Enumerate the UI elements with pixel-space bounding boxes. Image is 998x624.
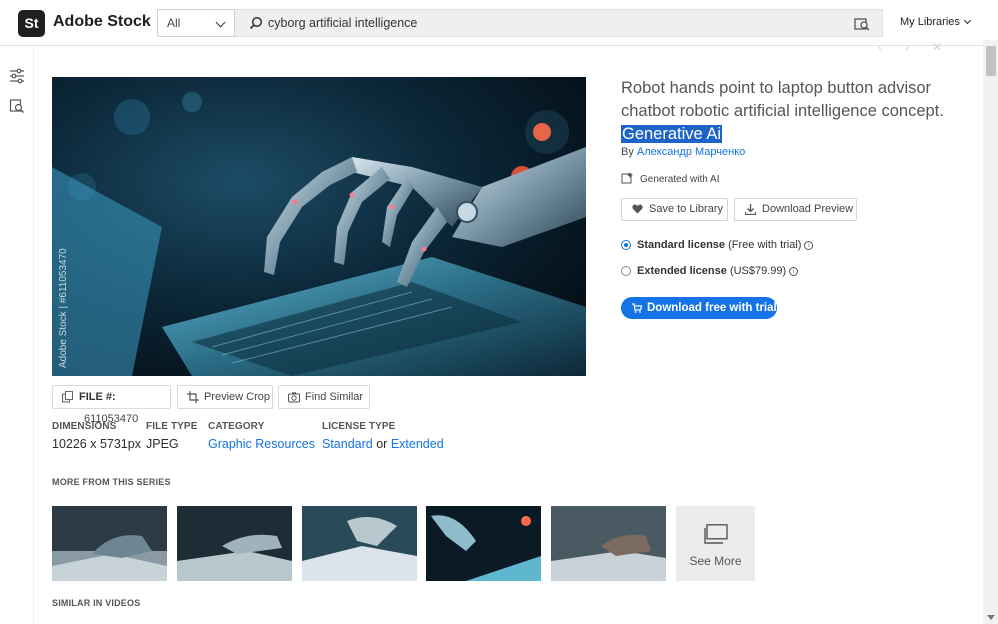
standard-license-label: Standard license bbox=[637, 239, 726, 251]
filters-icon[interactable] bbox=[9, 68, 25, 84]
dimensions-label: DIMENSIONS bbox=[52, 421, 117, 432]
series-thumbnail[interactable] bbox=[426, 506, 541, 581]
robot-hand-illustration bbox=[52, 77, 586, 376]
visual-search-icon[interactable] bbox=[854, 16, 870, 32]
previous-arrow-icon[interactable]: ‹ bbox=[878, 40, 882, 54]
dimensions-meta: DIMENSIONS 10226 x 5731px bbox=[52, 421, 141, 451]
extended-license-note: (US$79.99) bbox=[729, 265, 787, 277]
brand-name[interactable]: Adobe Stock bbox=[53, 13, 151, 31]
heart-icon bbox=[632, 204, 643, 214]
filetype-meta: FILE TYPE JPEG bbox=[146, 421, 197, 451]
standard-license-link[interactable]: Standard bbox=[322, 437, 373, 451]
similar-videos-title: SIMILAR IN VIDEOS bbox=[52, 598, 141, 608]
find-similar-button[interactable]: Find Similar bbox=[278, 385, 370, 409]
crop-icon bbox=[187, 391, 199, 403]
my-libraries-menu[interactable]: My Libraries bbox=[900, 16, 971, 28]
filter-selected-value: All bbox=[167, 16, 181, 30]
by-label: By bbox=[621, 146, 634, 158]
series-thumbnail[interactable] bbox=[551, 506, 666, 581]
series-thumbnail[interactable] bbox=[52, 506, 167, 581]
thumbnail-image bbox=[426, 506, 541, 581]
extended-license-label: Extended license bbox=[637, 265, 727, 277]
generated-ai-label: Generated with AI bbox=[640, 174, 720, 185]
license-or-text: or bbox=[376, 437, 388, 451]
image-search-icon[interactable] bbox=[9, 98, 25, 114]
find-similar-label: Find Similar bbox=[305, 391, 364, 403]
chevron-down-icon bbox=[963, 16, 971, 25]
scroll-down-arrow-icon[interactable] bbox=[987, 615, 995, 620]
scroll-thumb[interactable] bbox=[986, 46, 996, 76]
download-free-trial-button[interactable]: Download free with trial bbox=[621, 297, 777, 319]
adobe-stock-logo-icon[interactable]: St bbox=[18, 10, 45, 37]
chevron-down-icon bbox=[215, 17, 226, 28]
main-asset-image[interactable] bbox=[52, 77, 586, 376]
license-type-meta: LICENSE TYPE Standard or Extended bbox=[322, 421, 444, 451]
standard-license-note: (Free with trial) bbox=[728, 239, 802, 251]
asset-title-text: Robot hands point to laptop button advis… bbox=[621, 79, 944, 120]
asset-title-highlighted: Generative Ai bbox=[621, 125, 723, 143]
series-thumbnail[interactable] bbox=[302, 506, 417, 581]
next-arrow-icon[interactable]: › bbox=[905, 40, 909, 54]
see-more-label: See More bbox=[689, 554, 742, 568]
save-to-library-button[interactable]: Save to Library bbox=[621, 198, 728, 221]
file-number-button[interactable]: FILE #: 611053470 bbox=[52, 385, 171, 425]
preview-crop-label: Preview Crop bbox=[204, 391, 271, 403]
scrollbar[interactable] bbox=[983, 40, 998, 624]
search-field[interactable] bbox=[235, 9, 883, 37]
download-preview-button[interactable]: Download Preview bbox=[734, 198, 857, 221]
info-icon[interactable]: i bbox=[804, 241, 814, 250]
author-link[interactable]: Александр Марченко bbox=[637, 146, 745, 158]
info-icon[interactable]: i bbox=[789, 267, 799, 276]
thumbnail-image bbox=[551, 506, 666, 581]
asset-type-filter[interactable]: All bbox=[157, 9, 235, 37]
thumbnail-image bbox=[177, 506, 292, 581]
extended-license-radio[interactable] bbox=[621, 266, 631, 276]
gallery-icon bbox=[704, 524, 728, 544]
page: St Adobe Stock All My Librar bbox=[0, 0, 998, 624]
series-section-title: MORE FROM THIS SERIES bbox=[52, 477, 171, 487]
left-rail bbox=[0, 46, 34, 624]
asset-title: Robot hands point to laptop button advis… bbox=[621, 77, 951, 146]
image-watermark: Adobe Stock | #611053470 bbox=[58, 248, 69, 368]
category-meta: CATEGORY Graphic Resources bbox=[208, 421, 315, 451]
extended-license-link[interactable]: Extended bbox=[391, 437, 444, 451]
download-preview-label: Download Preview bbox=[762, 203, 854, 215]
search-icon bbox=[249, 16, 263, 30]
my-libraries-label: My Libraries bbox=[900, 16, 960, 28]
save-to-library-label: Save to Library bbox=[649, 203, 723, 215]
download-free-trial-label: Download free with trial bbox=[647, 302, 777, 314]
copy-icon bbox=[62, 391, 73, 403]
search-bar: All bbox=[157, 9, 883, 37]
top-header: St Adobe Stock All My Librar bbox=[0, 0, 998, 46]
filetype-value: JPEG bbox=[146, 437, 179, 451]
dimensions-value: 10226 x 5731px bbox=[52, 437, 141, 451]
category-label: CATEGORY bbox=[208, 421, 265, 432]
search-input[interactable] bbox=[268, 10, 828, 36]
thumbnail-image bbox=[302, 506, 417, 581]
close-icon[interactable]: ✕ bbox=[932, 40, 942, 54]
ai-sparkle-icon bbox=[621, 172, 633, 184]
category-link[interactable]: Graphic Resources bbox=[208, 437, 315, 451]
thumbnail-image bbox=[52, 506, 167, 581]
cart-icon bbox=[632, 303, 642, 313]
standard-license-radio[interactable] bbox=[621, 240, 631, 250]
download-icon bbox=[745, 204, 756, 215]
preview-crop-button[interactable]: Preview Crop bbox=[177, 385, 273, 409]
file-number-label: FILE #: bbox=[79, 391, 116, 403]
see-more-button[interactable]: See More bbox=[676, 506, 755, 581]
camera-icon bbox=[288, 392, 300, 403]
filetype-label: FILE TYPE bbox=[146, 421, 198, 432]
author-line: By Александр Марченко bbox=[621, 146, 745, 158]
series-thumbnail[interactable] bbox=[177, 506, 292, 581]
license-type-label: LICENSE TYPE bbox=[322, 421, 396, 432]
